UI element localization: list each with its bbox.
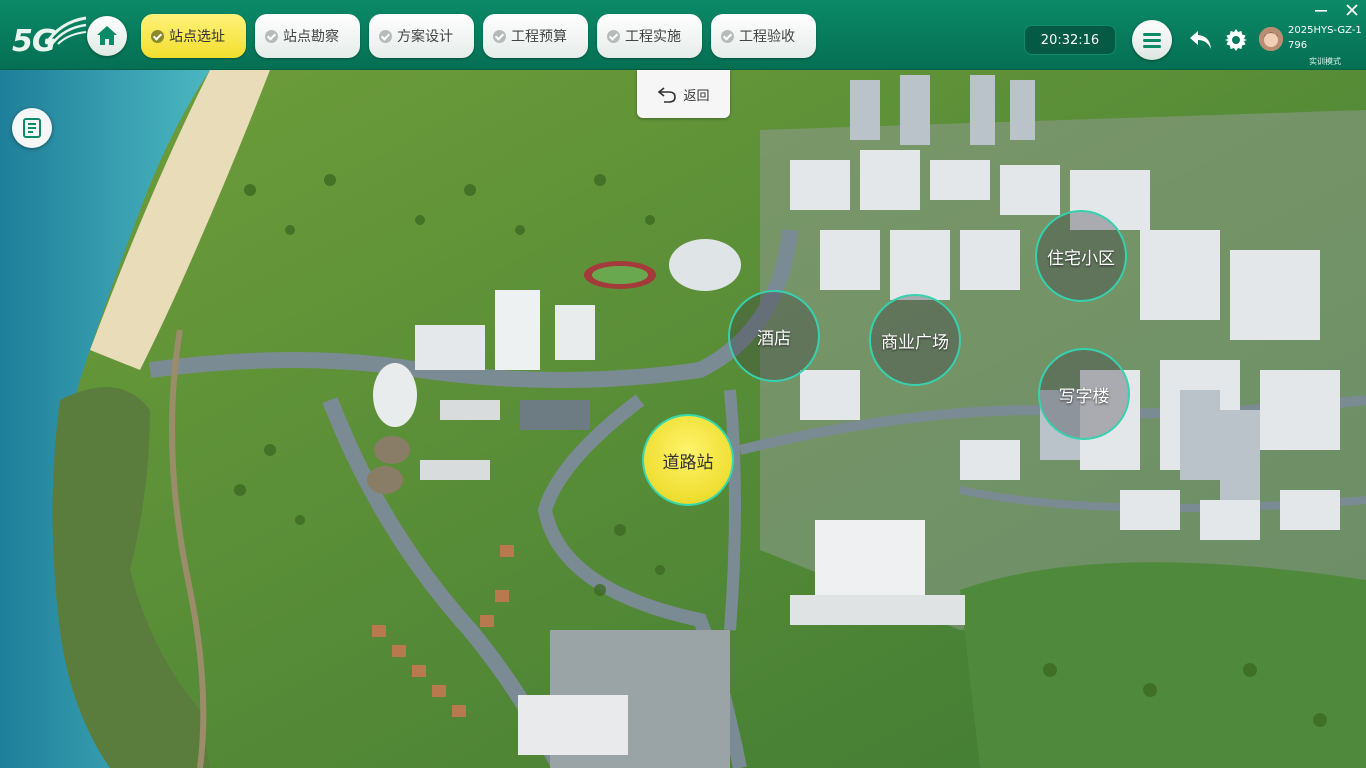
document-icon <box>23 118 41 138</box>
nav-tab-label: 站点选址 <box>169 29 225 45</box>
nav-tab-label: 方案设计 <box>397 29 453 45</box>
user-id: 2025HYS-GZ-1796 <box>1288 25 1362 51</box>
nav-tab-site-survey[interactable]: 站点勘察 <box>255 14 360 58</box>
menu-icon <box>1143 33 1161 48</box>
site-marker-office-building[interactable]: 写字楼 <box>1038 348 1130 440</box>
nav-tab-label: 工程验收 <box>739 29 795 45</box>
site-marker-residential[interactable]: 住宅小区 <box>1035 210 1127 302</box>
return-label: 返回 <box>683 88 710 104</box>
site-marker-commercial-plaza[interactable]: 商业广场 <box>869 294 961 386</box>
gear-icon[interactable] <box>1224 28 1248 52</box>
minimize-icon[interactable] <box>1313 2 1329 18</box>
nav-tab-label: 工程预算 <box>511 29 567 45</box>
nav-tab-site-selection[interactable]: 站点选址 <box>141 14 246 58</box>
nav-tab-budget[interactable]: 工程预算 <box>483 14 588 58</box>
nav-tab-acceptance[interactable]: 工程验收 <box>711 14 816 58</box>
return-button[interactable]: 返回 <box>637 70 730 118</box>
nav-tab-implementation[interactable]: 工程实施 <box>597 14 702 58</box>
site-marker-hotel[interactable]: 酒店 <box>728 290 820 382</box>
menu-button[interactable] <box>1132 20 1172 60</box>
top-bar: 5G 站点选址 站点勘察 方案设计 工程预算 工程实施 工程验收 20:32:1… <box>0 0 1366 70</box>
home-icon <box>97 26 117 45</box>
site-marker-label: 道路站 <box>662 452 714 473</box>
check-icon <box>721 29 734 43</box>
check-icon <box>607 29 620 43</box>
site-marker-label: 酒店 <box>757 328 791 349</box>
workflow-nav: 站点选址 站点勘察 方案设计 工程预算 工程实施 工程验收 <box>141 14 816 58</box>
return-arrow-icon <box>658 87 677 103</box>
city-map[interactable]: 道路站 酒店 商业广场 住宅小区 写字楼 <box>0 70 1366 768</box>
nav-tab-label: 工程实施 <box>625 29 681 45</box>
site-marker-road-station[interactable]: 道路站 <box>642 414 734 506</box>
check-icon <box>493 29 506 43</box>
site-marker-label: 住宅小区 <box>1047 248 1115 269</box>
document-button[interactable] <box>12 108 52 148</box>
check-icon <box>379 29 392 43</box>
site-marker-label: 写字楼 <box>1058 386 1110 407</box>
avatar[interactable] <box>1259 27 1283 51</box>
nav-tab-label: 站点勘察 <box>283 29 339 45</box>
5g-logo: 5G <box>8 12 87 64</box>
home-button[interactable] <box>87 16 127 56</box>
avatar-face-icon <box>1259 27 1283 51</box>
clock-display: 20:32:16 <box>1024 25 1116 55</box>
nav-tab-plan-design[interactable]: 方案设计 <box>369 14 474 58</box>
back-arrow-icon[interactable] <box>1188 28 1214 52</box>
check-icon <box>151 29 164 43</box>
signal-waves-icon <box>44 16 87 45</box>
user-mode-label: 实训模式 <box>1309 57 1341 66</box>
check-icon <box>265 29 278 43</box>
close-icon[interactable] <box>1344 2 1360 18</box>
site-marker-label: 商业广场 <box>881 332 949 353</box>
